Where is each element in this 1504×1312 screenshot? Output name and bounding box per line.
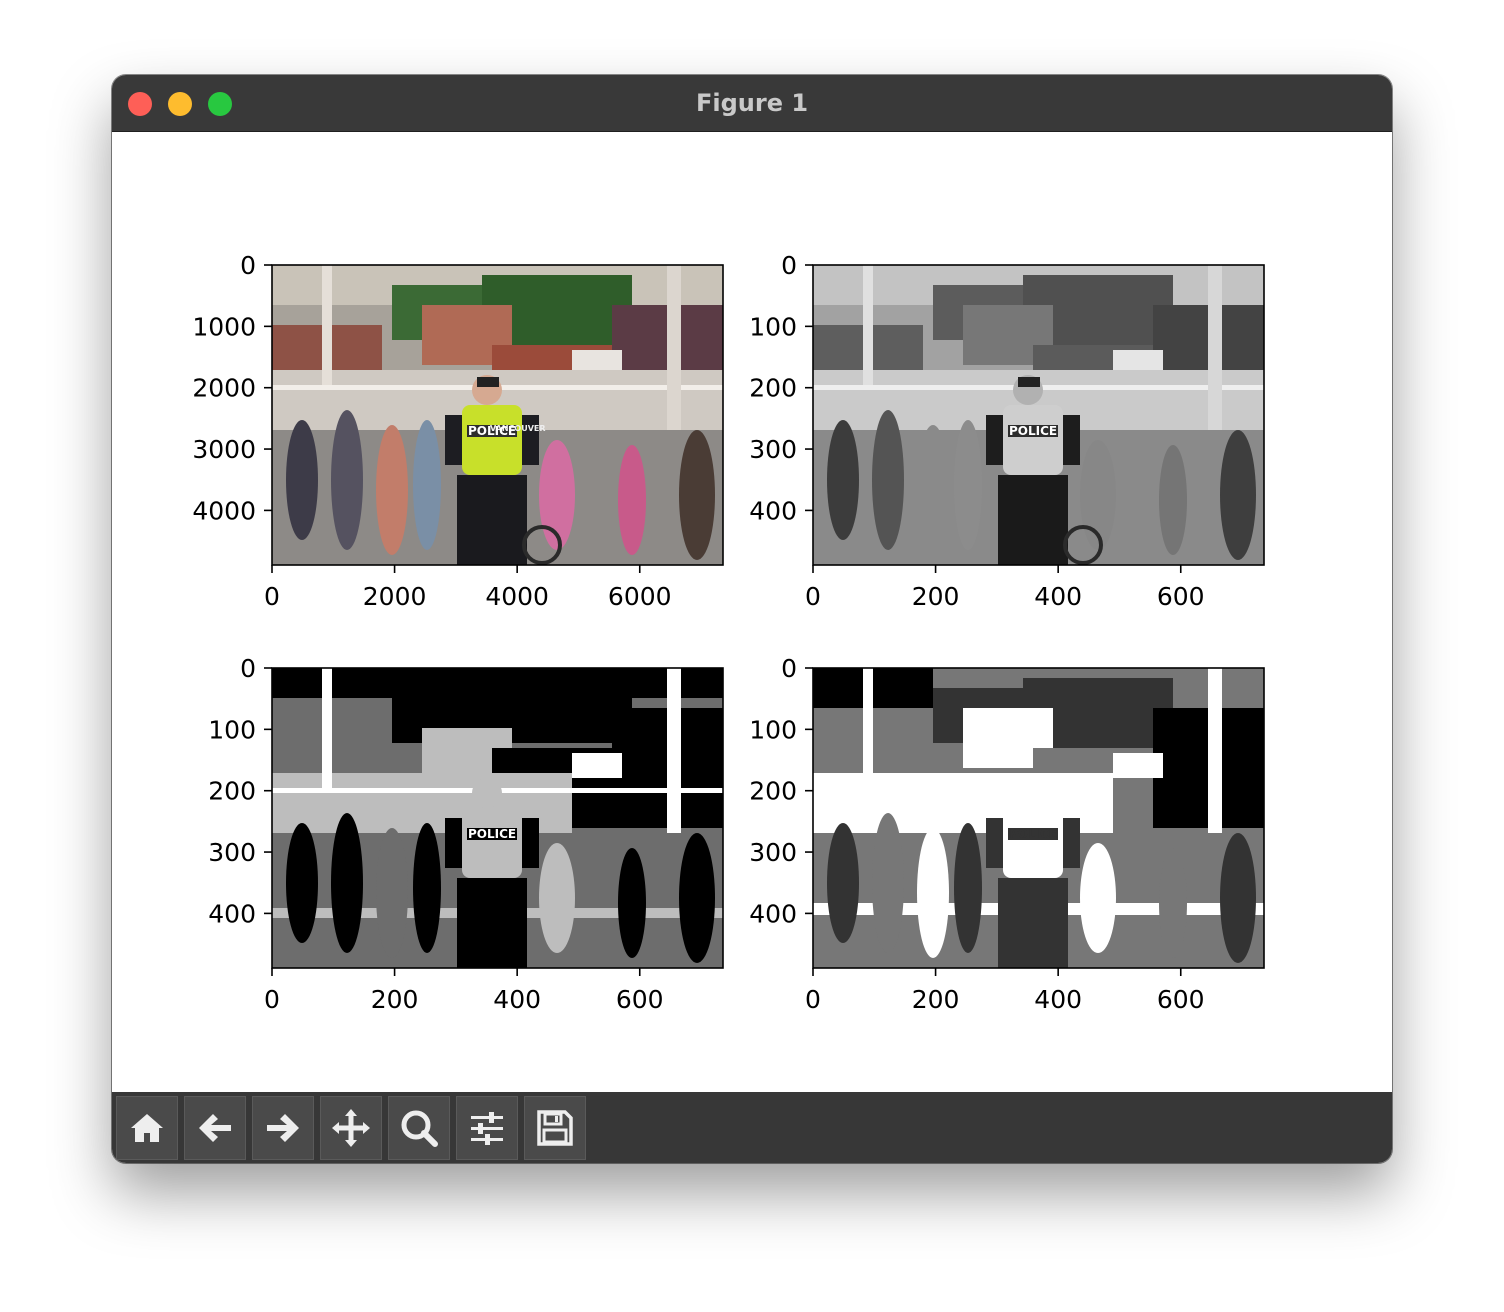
subplot-4-y-axis: 0 100 200 300 400 — [749, 654, 813, 928]
vest-text-main: POLICE — [468, 424, 516, 438]
x-tick-label: 0 — [805, 582, 821, 611]
subplot-1-image — [272, 265, 723, 565]
save-button[interactable] — [524, 1096, 586, 1160]
x-tick-label: 2000 — [363, 582, 427, 611]
subplot-1: VANCOUVER POLICE 01000200030004000 0 2000… — [192, 251, 724, 611]
subplot-3-y-axis: 0 100 200 300 400 — [208, 654, 272, 928]
x-tick-label: 600 — [1157, 985, 1205, 1014]
x-tick-label: 600 — [1157, 582, 1205, 611]
title-bar[interactable]: Figure 1 — [112, 75, 1392, 132]
move-icon — [332, 1109, 370, 1147]
y-tick-label: 2000 — [192, 374, 256, 403]
subplot-3-image — [272, 668, 723, 968]
x-tick-label: 200 — [912, 985, 960, 1014]
subplot-3: POLICE 0 100 200 300 400 0 200 400 600 — [208, 654, 724, 1014]
y-tick-label: 0 — [781, 251, 797, 280]
x-tick-label: 600 — [616, 985, 664, 1014]
y-tick-label: 200 — [749, 374, 797, 403]
y-tick-label: 0 — [240, 654, 256, 683]
configure-subplots-button[interactable] — [456, 1096, 518, 1160]
navigation-toolbar — [112, 1092, 1392, 1163]
y-tick-label: 3000 — [192, 435, 256, 464]
floppy-disk-icon — [537, 1110, 573, 1146]
subplot-3-x-axis: 0 200 400 600 — [264, 968, 664, 1014]
x-tick-label: 4000 — [485, 582, 549, 611]
figure-window: Figure 1 VANCOUVER POLICE 0 1000 2000 30… — [112, 75, 1392, 1163]
zoom-button[interactable] — [388, 1096, 450, 1160]
y-tick-label: 0 — [240, 251, 256, 280]
x-tick-label: 0 — [264, 582, 280, 611]
subplot-4-image — [813, 668, 1264, 968]
x-tick-label: 400 — [1034, 582, 1082, 611]
magnifier-icon — [401, 1110, 438, 1147]
window-title: Figure 1 — [695, 89, 809, 117]
subplot-1-x-axis: 0 2000 4000 6000 — [264, 565, 672, 611]
arrow-right-icon — [267, 1114, 299, 1142]
vest-text-main-3: POLICE — [468, 827, 516, 841]
back-button[interactable] — [184, 1096, 246, 1160]
y-tick-label: 200 — [208, 777, 256, 806]
y-tick-label: 4000 — [192, 496, 256, 525]
sliders-icon — [471, 1112, 503, 1145]
y-tick-label: 100 — [749, 715, 797, 744]
x-tick-label: 6000 — [608, 582, 672, 611]
x-tick-label: 400 — [493, 985, 541, 1014]
y-tick-label: 200 — [749, 777, 797, 806]
y-tick-label: 300 — [208, 838, 256, 867]
vest-text-main-2: POLICE — [1009, 424, 1057, 438]
x-tick-label: 0 — [264, 985, 280, 1014]
subplot-4-x-axis: 0 200 400 600 — [805, 968, 1205, 1014]
x-tick-label: 0 — [805, 985, 821, 1014]
y-tick-label: 0 — [781, 654, 797, 683]
figure-canvas[interactable]: VANCOUVER POLICE 0 1000 2000 3000 4000 0 2000… — [112, 132, 1392, 1092]
y-tick-label: 100 — [208, 715, 256, 744]
y-tick-label: 400 — [749, 496, 797, 525]
y-tick-label: 1000 — [192, 312, 256, 341]
y-tick-label: 300 — [749, 435, 797, 464]
home-icon — [131, 1114, 163, 1142]
vest-text-main-4: POLICE — [1009, 827, 1057, 841]
x-tick-label: 200 — [371, 985, 419, 1014]
subplot-1-y-axis: 0 1000 2000 3000 4000 — [192, 251, 272, 525]
home-button[interactable] — [116, 1096, 178, 1160]
subplot-2-y-axis: 0 100 200 300 400 — [749, 251, 813, 525]
arrow-left-icon — [199, 1114, 231, 1142]
y-tick-label: 300 — [749, 838, 797, 867]
subplot-2-x-axis: 0 200 400 600 — [805, 565, 1205, 611]
y-tick-label: 100 — [749, 312, 797, 341]
subplot-2: POLICE 0 100 200 300 400 0 200 400 600 — [749, 251, 1265, 611]
subplot-2-image — [813, 265, 1264, 565]
forward-button[interactable] — [252, 1096, 314, 1160]
x-tick-label: 400 — [1034, 985, 1082, 1014]
y-tick-label: 400 — [208, 899, 256, 928]
subplot-4: POLICE 0 100 200 300 400 0 200 400 600 — [749, 654, 1265, 1014]
x-tick-label: 200 — [912, 582, 960, 611]
pan-button[interactable] — [320, 1096, 382, 1160]
y-tick-label: 400 — [749, 899, 797, 928]
